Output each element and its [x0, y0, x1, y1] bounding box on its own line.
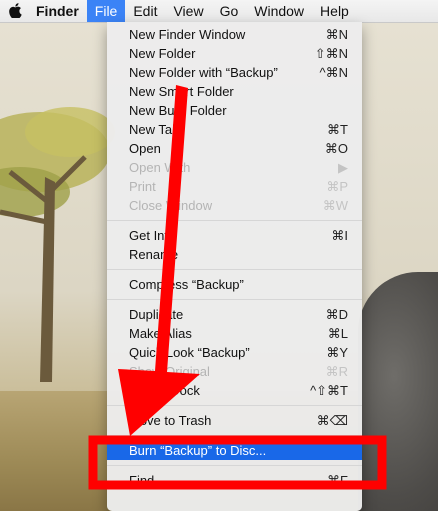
menu-item-shortcut: ⌘⌫: [316, 413, 348, 428]
menu-item-label: Burn “Backup” to Disc...: [129, 443, 267, 458]
menu-item-shortcut: ⌘Y: [326, 345, 348, 360]
menu-item-close-window: Close Window ⌘W: [107, 196, 362, 215]
menu-item-label: Open: [129, 141, 161, 156]
menu-item-shortcut: ⌘W: [322, 198, 348, 213]
menu-item-shortcut: ⌘N: [325, 27, 348, 42]
menu-item-label: Show Original: [129, 364, 210, 379]
menu-item-make-alias[interactable]: Make Alias ⌘L: [107, 324, 362, 343]
menubar-finder[interactable]: Finder: [30, 0, 87, 22]
menu-item-shortcut: ^⇧⌘T: [310, 383, 348, 398]
menubar-window[interactable]: Window: [246, 0, 312, 22]
menu-item-shortcut: ⌘F: [327, 473, 348, 488]
menu-item-compress[interactable]: Compress “Backup”: [107, 275, 362, 294]
menu-item-rename[interactable]: Rename: [107, 245, 362, 264]
menubar-go[interactable]: Go: [212, 0, 247, 22]
menu-item-quick-look[interactable]: Quick Look “Backup” ⌘Y: [107, 343, 362, 362]
menu-item-label: New Folder with “Backup”: [129, 65, 278, 80]
menu-item-label: Open With: [129, 160, 191, 175]
menu-item-show-original: Show Original ⌘R: [107, 362, 362, 381]
menu-item-shortcut: ⌘R: [325, 364, 348, 379]
menu-item-get-info[interactable]: Get Info ⌘I: [107, 226, 362, 245]
menu-item-label: Quick Look “Backup”: [129, 345, 250, 360]
menu-item-shortcut: ⌘D: [325, 307, 348, 322]
menu-item-find[interactable]: Find ⌘F: [107, 471, 362, 490]
menu-item-shortcut: ⌘T: [327, 122, 348, 137]
menu-item-new-tab[interactable]: New Tab ⌘T: [107, 120, 362, 139]
menu-separator: [107, 299, 362, 300]
menu-item-label: New Finder Window: [129, 27, 246, 42]
menu-item-new-folder-with-backup[interactable]: New Folder with “Backup” ^⌘N: [107, 63, 362, 82]
menu-item-label: Get Info: [129, 228, 176, 243]
menu-item-label: New Folder: [129, 46, 196, 61]
menu-item-label: Print: [129, 179, 156, 194]
menu-item-new-finder-window[interactable]: New Finder Window ⌘N: [107, 25, 362, 44]
menu-item-duplicate[interactable]: Duplicate ⌘D: [107, 305, 362, 324]
menubar-edit[interactable]: Edit: [125, 0, 165, 22]
menu-separator: [107, 465, 362, 466]
menu-item-label: Move to Trash: [129, 413, 212, 428]
submenu-arrow-icon: ▶: [338, 160, 348, 175]
menubar-help[interactable]: Help: [312, 0, 357, 22]
menu-item-label: New Smart Folder: [129, 84, 234, 99]
menu-item-burn-to-disc[interactable]: Burn “Backup” to Disc...: [107, 441, 362, 460]
menu-bar: Finder File Edit View Go Window Help: [0, 0, 438, 23]
file-menu: New Finder Window ⌘N New Folder ⇧⌘N New Fo…: [107, 22, 362, 511]
menu-item-shortcut: ⌘L: [327, 326, 348, 341]
menu-item-label: Find: [129, 473, 155, 488]
menu-separator: [107, 435, 362, 436]
menu-item-new-smart-folder[interactable]: New Smart Folder: [107, 82, 362, 101]
apple-logo-icon: [8, 2, 22, 19]
menu-item-print: Print ⌘P: [107, 177, 362, 196]
menu-item-add-to-dock[interactable]: Add to Dock ^⇧⌘T: [107, 381, 362, 400]
menu-item-label: Make Alias: [129, 326, 192, 341]
menu-item-label: New Tab: [129, 122, 180, 137]
menu-item-label: New Burn Folder: [129, 103, 227, 118]
menu-separator: [107, 405, 362, 406]
menu-item-shortcut: ⌘I: [331, 228, 348, 243]
apple-menu[interactable]: [0, 2, 30, 20]
menu-item-label: Add to Dock: [129, 383, 200, 398]
menu-item-shortcut: ^⌘N: [319, 65, 349, 80]
menubar-view[interactable]: View: [165, 0, 211, 22]
menu-item-new-burn-folder[interactable]: New Burn Folder: [107, 101, 362, 120]
menu-item-move-to-trash[interactable]: Move to Trash ⌘⌫: [107, 411, 362, 430]
menu-separator: [107, 269, 362, 270]
menu-item-label: Duplicate: [129, 307, 184, 322]
menu-item-shortcut: ⇧⌘N: [314, 46, 348, 61]
menu-item-open-with: Open With ▶: [107, 158, 362, 177]
menu-item-new-folder[interactable]: New Folder ⇧⌘N: [107, 44, 362, 63]
menubar-file[interactable]: File: [86, 0, 126, 22]
menu-separator: [107, 220, 362, 221]
elephant-image: [358, 272, 438, 511]
menu-item-shortcut: ⌘O: [324, 141, 348, 156]
menu-item-label: Compress “Backup”: [129, 277, 244, 292]
menu-item-open[interactable]: Open ⌘O: [107, 139, 362, 158]
menu-item-label: Close Window: [129, 198, 213, 213]
menu-item-shortcut: ⌘P: [326, 179, 348, 194]
menu-item-label: Rename: [129, 247, 179, 262]
